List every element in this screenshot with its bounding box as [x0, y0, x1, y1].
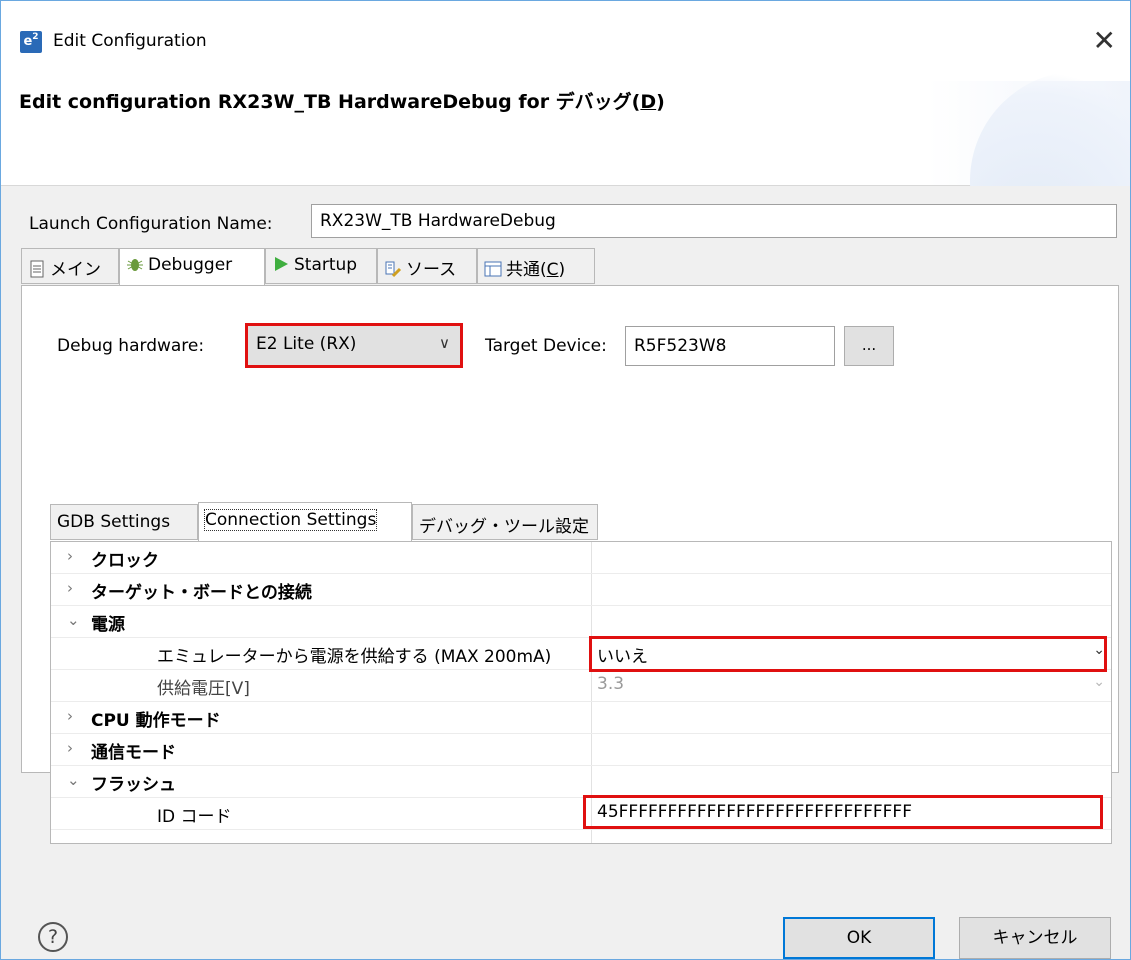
document-icon [28, 260, 46, 278]
play-icon [272, 255, 290, 273]
tab-source[interactable]: ソース [377, 248, 477, 284]
tab-debugger-label: Debugger [148, 255, 233, 275]
heading-mnemonic: D [640, 91, 657, 113]
chevron-right-icon[interactable]: › [67, 707, 85, 725]
row-label: 通信モード [91, 743, 176, 763]
subtab-connection-label: Connection Settings [203, 509, 378, 531]
chevron-right-icon[interactable]: › [67, 739, 85, 757]
subtab-connection-settings[interactable]: Connection Settings [198, 502, 412, 542]
launch-config-name-label: Launch Configuration Name: [29, 214, 273, 234]
header-banner: Edit configuration RX23W_TB HardwareDebu… [1, 71, 1130, 291]
source-icon [384, 260, 402, 278]
row-label: ターゲット・ボードとの接続 [91, 583, 312, 603]
debug-hardware-label: Debug hardware: [57, 336, 205, 356]
row-flash[interactable]: ⌄ フラッシュ [51, 766, 1111, 798]
chevron-right-icon[interactable]: › [67, 547, 85, 565]
target-device-label: Target Device: [485, 336, 607, 356]
chevron-down-icon[interactable]: ⌄ [67, 611, 85, 629]
cancel-button[interactable]: キャンセル [959, 917, 1111, 959]
row-communication-mode[interactable]: › 通信モード [51, 734, 1111, 766]
bug-icon [126, 255, 144, 273]
row-label: 供給電圧[V] [157, 679, 250, 699]
subtab-gdb-label: GDB Settings [57, 512, 171, 532]
row-label: ID コード [157, 807, 232, 827]
chevron-down-icon: ⌄ [1093, 674, 1105, 690]
target-device-input[interactable]: R5F523W8 [625, 326, 835, 366]
subtab-gdb-settings[interactable]: GDB Settings [50, 504, 198, 540]
tab-common-label: 共通( [506, 260, 547, 280]
subtab-debug-tool-label: デバッグ・ツール設定 [419, 517, 589, 537]
debug-hardware-select[interactable]: E2 Lite (RX) ∨ [245, 323, 463, 368]
connection-settings-grid: › クロック › ターゲット・ボードとの接続 ⌄ 電源 エミュレーターから電源を… [50, 541, 1112, 844]
ok-button[interactable]: OK [783, 917, 935, 959]
dialog-body: Launch Configuration Name: RX23W_TB Hard… [1, 186, 1130, 959]
supply-power-value[interactable]: いいえ [597, 642, 648, 667]
tab-debugger[interactable]: Debugger [119, 248, 265, 286]
tab-main-label: メイン [50, 260, 101, 280]
chevron-down-icon[interactable]: ⌄ [67, 771, 85, 789]
heading-suffix: ) [656, 91, 665, 113]
debugger-tab-panel: Debug hardware: E2 Lite (RX) ∨ Target De… [21, 285, 1119, 844]
row-label: フラッシュ [91, 775, 176, 795]
table-icon [484, 260, 502, 278]
row-target-board-connection[interactable]: › ターゲット・ボードとの接続 [51, 574, 1111, 606]
tab-startup[interactable]: Startup [265, 248, 377, 284]
id-code-value[interactable]: 45FFFFFFFFFFFFFFFFFFFFFFFFFFFFFF [597, 802, 912, 822]
help-button[interactable]: ? [38, 922, 68, 952]
debug-hardware-value: E2 Lite (RX) [256, 334, 357, 354]
row-supply-power-from-emulator[interactable]: エミュレーターから電源を供給する (MAX 200mA) いいえ ⌄ [51, 638, 1111, 670]
row-label: クロック [91, 551, 159, 571]
launch-config-name-input[interactable]: RX23W_TB HardwareDebug [311, 204, 1117, 238]
row-power[interactable]: ⌄ 電源 [51, 606, 1111, 638]
row-label: エミュレーターから電源を供給する (MAX 200mA) [157, 647, 552, 667]
tab-common-suffix: ) [558, 260, 566, 280]
tab-source-label: ソース [406, 260, 457, 280]
row-label: 電源 [91, 615, 125, 635]
heading-text: Edit configuration RX23W_TB HardwareDebu… [19, 91, 641, 113]
row-label: CPU 動作モード [91, 711, 221, 731]
row-supply-voltage[interactable]: 供給電圧[V] 3.3 ⌄ [51, 670, 1111, 702]
e2-studio-app-icon: e2 [20, 31, 42, 53]
row-id-code[interactable]: ID コード 45FFFFFFFFFFFFFFFFFFFFFFFFFFFFFF [51, 798, 1111, 830]
browse-device-button[interactable]: ... [844, 326, 894, 366]
title-bar: e2 Edit Configuration ✕ [1, 1, 1130, 81]
dialog-heading: Edit configuration RX23W_TB HardwareDebu… [19, 87, 665, 114]
edit-configuration-dialog: e2 Edit Configuration ✕ Edit configurati… [0, 0, 1131, 960]
tab-common[interactable]: 共通(C) [477, 248, 595, 284]
row-cpu-operating-mode[interactable]: › CPU 動作モード [51, 702, 1111, 734]
tab-startup-label: Startup [294, 255, 358, 275]
chevron-down-icon: ∨ [439, 334, 450, 352]
window-title: Edit Configuration [53, 31, 207, 51]
row-clock[interactable]: › クロック [51, 542, 1111, 574]
tab-main[interactable]: メイン [21, 248, 119, 284]
chevron-right-icon[interactable]: › [67, 579, 85, 597]
tab-common-mnemonic: C [546, 260, 559, 280]
chevron-down-icon[interactable]: ⌄ [1093, 642, 1105, 658]
close-icon[interactable]: ✕ [1093, 23, 1116, 59]
subtab-debug-tool-settings[interactable]: デバッグ・ツール設定 [412, 504, 598, 540]
supply-voltage-value: 3.3 [597, 674, 625, 694]
